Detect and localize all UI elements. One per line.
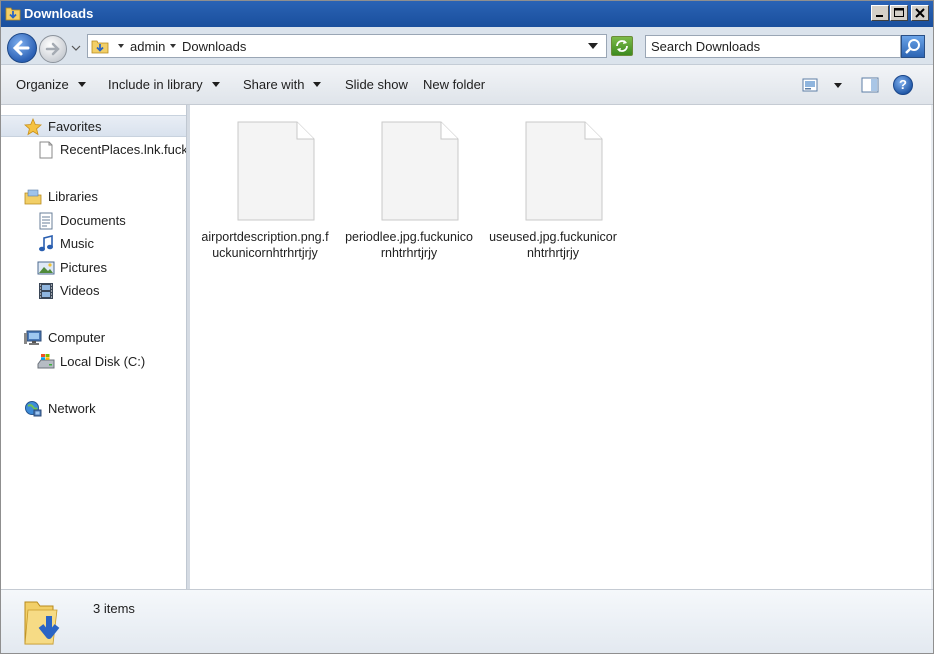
slide-show-button[interactable]: Slide show <box>345 77 408 92</box>
nav-label: Videos <box>60 283 100 298</box>
nav-label: RecentPlaces.lnk.fuckunicornhtrhrtjrjy <box>60 142 186 157</box>
change-view-icon[interactable] <box>802 78 818 92</box>
breadcrumb-admin[interactable]: admin <box>130 39 165 54</box>
back-arrow-icon <box>12 40 30 56</box>
recent-pages-chevron-down-icon[interactable] <box>70 42 82 54</box>
downloads-folder-icon <box>24 601 60 645</box>
forward-button[interactable] <box>39 35 67 63</box>
search-button[interactable] <box>901 35 925 58</box>
computer-icon <box>24 330 42 345</box>
star-icon <box>24 118 42 136</box>
include-in-library-menu[interactable]: Include in library <box>108 77 220 92</box>
address-history-chevron-down-icon[interactable] <box>588 43 598 50</box>
generic-file-icon <box>237 121 315 221</box>
nav-label: Pictures <box>60 260 107 275</box>
nav-label: Libraries <box>48 189 98 204</box>
organize-label: Organize <box>16 77 69 92</box>
libraries-icon <box>24 189 42 205</box>
minimize-button[interactable] <box>871 5 889 21</box>
close-icon <box>915 8 925 18</box>
search-icon <box>905 39 920 54</box>
generic-file-icon <box>381 121 459 221</box>
maximize-icon <box>894 8 904 17</box>
downloads-folder-icon <box>91 40 109 54</box>
nav-label: Computer <box>48 330 106 345</box>
window-title: Downloads <box>24 6 94 21</box>
breadcrumb-downloads[interactable]: Downloads <box>182 39 246 54</box>
breadcrumb-chevron-icon[interactable] <box>118 43 124 49</box>
address-box[interactable]: admin Downloads <box>87 34 607 58</box>
include-in-library-label: Include in library <box>108 77 203 92</box>
nav-label: Local Disk (C:) <box>60 354 146 369</box>
nav-item-recent-places[interactable]: RecentPlaces.lnk.fuckunicornhtrhrtjrjy <box>1 139 186 161</box>
nav-label: Music <box>60 236 94 251</box>
documents-icon <box>39 212 53 230</box>
file-name: airportdescription.png.fuckunicornhtrhrt… <box>201 230 329 260</box>
command-bar: Organize Include in library Share with S… <box>1 65 933 105</box>
maximize-button[interactable] <box>890 5 908 21</box>
window-controls <box>870 5 929 21</box>
preview-pane-icon[interactable] <box>861 77 879 93</box>
refresh-button[interactable] <box>611 36 633 56</box>
view-options-chevron-down-icon[interactable] <box>834 83 842 88</box>
music-note-icon <box>39 235 53 252</box>
nav-item-libraries[interactable]: Libraries <box>1 186 186 208</box>
chevron-down-icon <box>77 82 86 88</box>
nav-label: Network <box>48 401 96 416</box>
nav-label: Documents <box>60 213 126 228</box>
file-name: useused.jpg.fuckunicornhtrhrtjrjy <box>489 230 617 260</box>
generic-file-icon <box>525 121 603 221</box>
file-name: periodlee.jpg.fuckunicornhtrhrtjrjy <box>345 230 473 260</box>
film-strip-icon <box>39 283 53 299</box>
nav-item-computer[interactable]: Computer <box>1 327 186 349</box>
address-row: admin Downloads <box>1 27 933 65</box>
nav-item-pictures[interactable]: Pictures <box>1 257 186 279</box>
help-button[interactable]: ? <box>893 75 913 95</box>
file-list: airportdescription.png.fuckunicornhtrhrt… <box>190 105 931 589</box>
title-bar[interactable]: Downloads <box>1 1 933 27</box>
new-folder-button[interactable]: New folder <box>423 77 485 92</box>
content-border <box>931 105 933 589</box>
downloads-folder-icon <box>5 7 21 21</box>
network-icon <box>25 401 42 417</box>
chevron-down-icon <box>313 82 322 88</box>
navigation-pane: Favorites RecentPlaces.lnk.fuckunicornht… <box>1 105 186 589</box>
share-with-menu[interactable]: Share with <box>243 77 322 92</box>
back-button[interactable] <box>7 33 37 63</box>
search-input[interactable] <box>646 36 900 57</box>
details-pane: 3 items <box>1 589 933 653</box>
organize-menu[interactable]: Organize <box>16 77 86 92</box>
search-box <box>645 35 901 58</box>
explorer-window: Downloads admin Downloads Search Downloa… <box>0 0 934 654</box>
nav-item-videos[interactable]: Videos <box>1 280 186 302</box>
close-button[interactable] <box>911 5 929 21</box>
forward-arrow-icon <box>45 42 60 56</box>
share-with-label: Share with <box>243 77 305 92</box>
nav-label: Favorites <box>48 119 102 134</box>
pictures-icon <box>37 261 55 275</box>
minimize-icon <box>876 15 883 17</box>
item-count: 3 items <box>93 601 135 616</box>
nav-item-network[interactable]: Network <box>1 398 186 420</box>
document-icon <box>39 141 53 159</box>
nav-item-music[interactable]: Music <box>1 233 186 255</box>
breadcrumb-chevron-icon[interactable] <box>170 43 176 49</box>
refresh-icon <box>616 40 628 52</box>
nav-item-local-disk[interactable]: Local Disk (C:) <box>1 351 186 373</box>
nav-item-documents[interactable]: Documents <box>1 210 186 232</box>
hard-drive-icon <box>37 354 55 369</box>
nav-item-favorites[interactable]: Favorites <box>1 115 186 137</box>
chevron-down-icon <box>211 82 220 88</box>
